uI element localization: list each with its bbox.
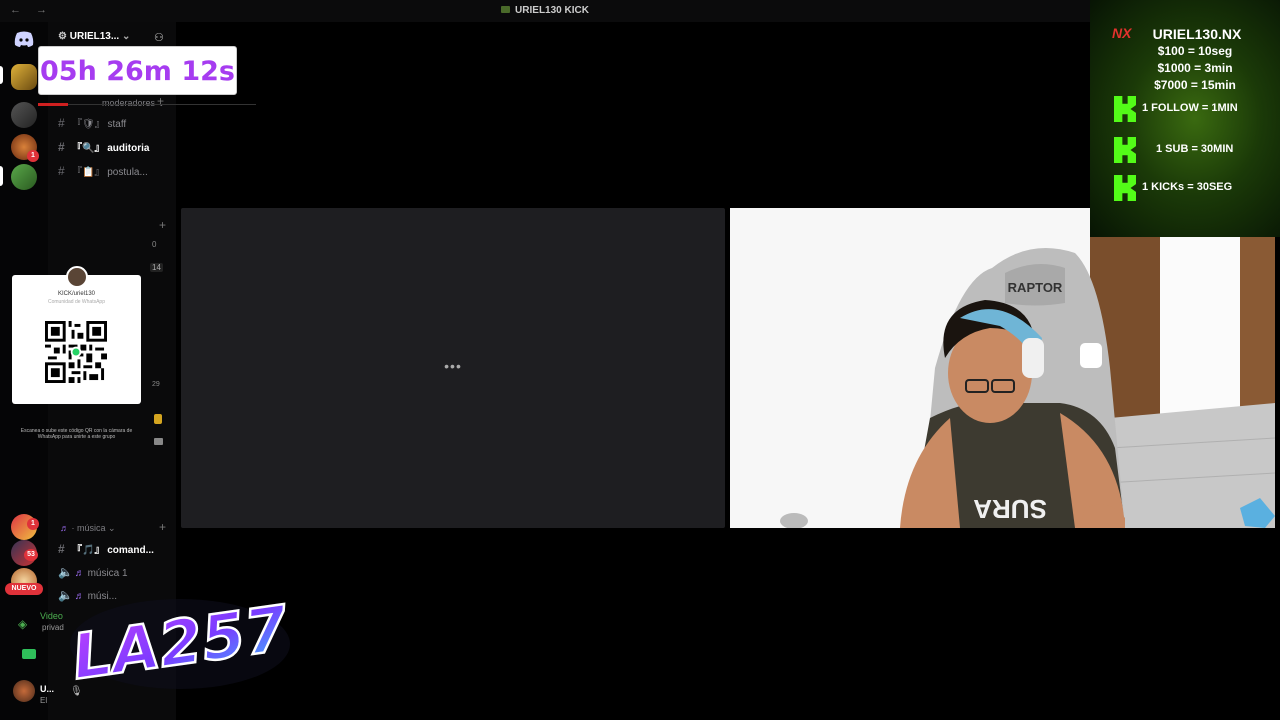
logo-text: LA257 xyxy=(68,591,294,694)
member-count: 14 xyxy=(150,263,163,272)
channel-comandos[interactable]: # 『🎵』 comand... xyxy=(58,541,154,559)
server-icon-2[interactable] xyxy=(11,102,37,128)
kick-row-text: 1 SUB = 30MIN xyxy=(1156,143,1234,155)
server-icon-uriel[interactable] xyxy=(11,64,37,90)
shirt-text: SURA xyxy=(973,494,1047,524)
la257-logo: LA257 xyxy=(66,590,294,695)
webcam-feed: RAPTOR SURA xyxy=(730,208,1275,528)
new-badge: NUEVO xyxy=(5,583,43,595)
voice-channel-musica-1[interactable]: 🔈 ♬ música 1 xyxy=(58,565,128,583)
stream-overlay-panel: NX URIEL130.NX $100 = 10seg $1000 = 3min… xyxy=(1090,0,1280,237)
member-count: 0 xyxy=(152,240,157,249)
user-avatar[interactable] xyxy=(13,680,35,702)
camera-icon[interactable] xyxy=(22,649,36,659)
user-status: El xyxy=(40,696,48,705)
kick-icon xyxy=(1114,137,1136,163)
kick-icon xyxy=(1114,96,1136,122)
overlay-title: URIEL130.NX xyxy=(1152,26,1242,42)
kick-row-text: 1 FOLLOW = 1MIN xyxy=(1142,102,1238,114)
signal-icon: ◈ xyxy=(18,617,28,631)
discord-home-icon[interactable] xyxy=(13,30,35,48)
server-header[interactable]: ⚙ URIEL13... ⌄ xyxy=(58,31,130,42)
rate-line: $100 = 10seg xyxy=(1157,44,1233,58)
speaker-icon: 🔈 xyxy=(58,565,73,579)
stream-timer-text: 05h 26m 12s xyxy=(40,56,235,87)
video-icon[interactable] xyxy=(154,438,163,445)
hash-icon: # xyxy=(58,542,65,556)
loading-dots-icon: ••• xyxy=(444,358,462,374)
qr-avatar xyxy=(66,266,88,288)
qr-sub: Comunidad de WhatsApp xyxy=(48,299,105,305)
window-title-text: URIEL130 KICK xyxy=(515,5,589,16)
notification-badge: 1 xyxy=(27,150,39,162)
hash-icon: # xyxy=(58,140,65,154)
video-tile-loading[interactable]: ••• xyxy=(181,208,725,528)
kick-favicon-icon xyxy=(501,6,511,13)
user-name[interactable]: U... xyxy=(40,684,54,694)
kick-row-text: 1 KICKs = 30SEG xyxy=(1142,181,1233,193)
progress-track xyxy=(68,104,256,105)
qr-name: KICK/uriel130 xyxy=(57,291,96,297)
whatsapp-qr-card: KICK/uriel130 Comunidad de WhatsApp xyxy=(12,266,141,404)
qr-code-icon xyxy=(45,321,107,383)
category-musica[interactable]: ♬ · música ⌄ xyxy=(60,523,116,534)
kick-row-follow: 1 FOLLOW = 1MIN xyxy=(1114,96,1279,122)
member-count: 29 xyxy=(152,381,160,388)
rate-line: $1000 = 3min xyxy=(1157,61,1233,75)
add-channel-icon[interactable]: + xyxy=(159,520,166,534)
add-channel-icon[interactable]: + xyxy=(159,218,166,232)
folder-icon[interactable] xyxy=(154,414,162,424)
progress-strip xyxy=(38,103,68,106)
server-icon-4[interactable] xyxy=(11,164,37,190)
add-channel-icon[interactable]: + xyxy=(157,94,164,108)
chair-brand-text: RAPTOR xyxy=(1008,280,1063,295)
rate-line: $7000 = 15min xyxy=(1154,78,1236,92)
webcam-image: RAPTOR SURA xyxy=(730,208,1275,528)
window-title: URIEL130 KICK xyxy=(0,5,1090,16)
stream-timer: 05h 26m 12s xyxy=(38,46,237,95)
kick-row-sub: 1 SUB = 30MIN xyxy=(1114,137,1279,163)
add-friend-icon[interactable]: ⚇ xyxy=(154,31,164,44)
kick-icon xyxy=(1114,175,1136,201)
window-titlebar: ← → URIEL130 KICK xyxy=(0,0,1090,22)
qr-caption: Escanea o sube este código QR con la cám… xyxy=(20,428,133,440)
unread-pill xyxy=(0,166,3,186)
kick-row-kicks: 1 KICKs = 30SEG xyxy=(1114,175,1279,201)
channel-auditoria[interactable]: # 『🔍』 auditoria xyxy=(58,139,149,157)
active-server-pill xyxy=(0,66,3,84)
notification-badge: 1 xyxy=(27,518,39,530)
hash-icon: # xyxy=(58,116,65,130)
channel-postulaciones[interactable]: # 『📋』 postula... xyxy=(58,163,148,181)
channel-staff[interactable]: # 『🛡』 staff xyxy=(58,115,126,133)
notification-badge: 53 xyxy=(24,549,38,561)
hash-icon: # xyxy=(58,164,65,178)
